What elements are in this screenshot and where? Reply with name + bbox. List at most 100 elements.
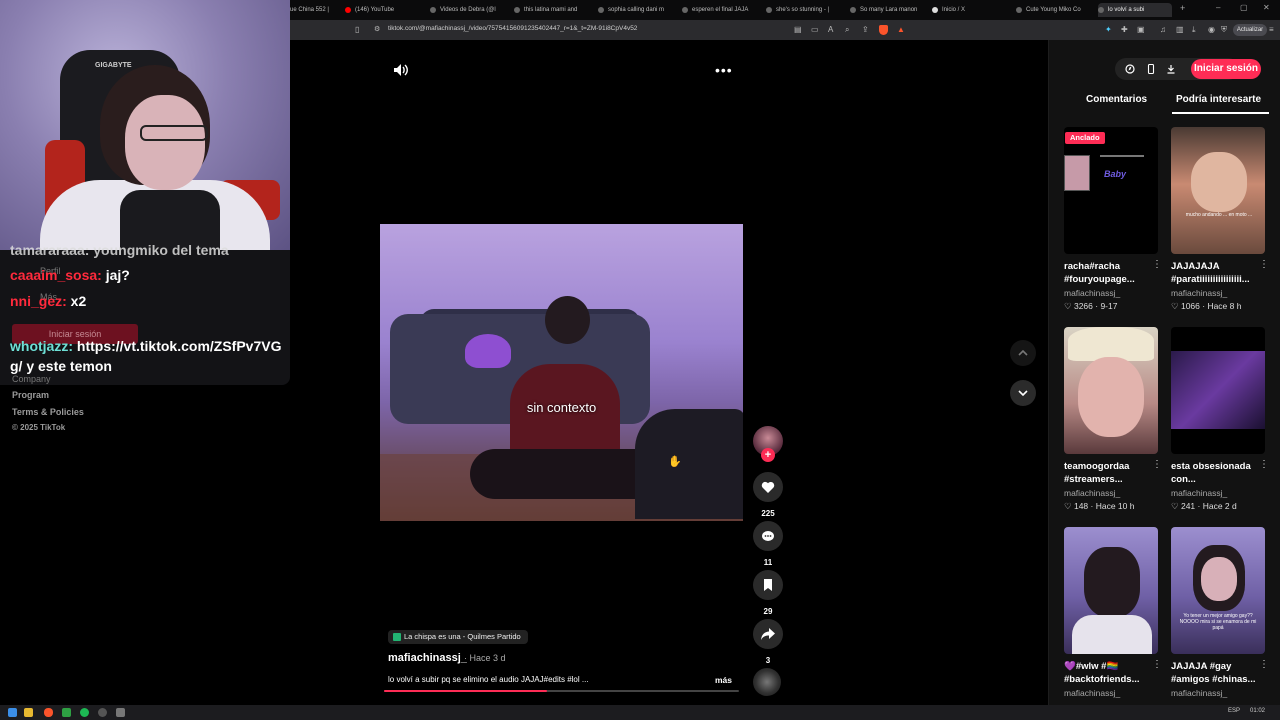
sidebar-icon[interactable]: ▥ [1176, 25, 1184, 34]
card-more-icon[interactable]: ⋮ [1259, 259, 1269, 270]
reader-icon[interactable]: ▤ [794, 25, 802, 34]
extension-icon[interactable]: ✦ [1105, 25, 1112, 34]
music-tag[interactable]: La chispa es una - Quilmes Partido [388, 630, 528, 644]
thumbnail-text: Baby [1104, 169, 1127, 179]
follow-button[interactable]: + [761, 448, 775, 462]
recommended-video-card[interactable]: Yo tener un mejor amigo gay?? NOOOO mira… [1171, 527, 1269, 698]
recommended-video-card[interactable]: esta obsesionada con... mafiachinassj_ ♡… [1171, 327, 1269, 512]
tab-comments[interactable]: Comentarios [1086, 94, 1147, 105]
taskbar-app-icon[interactable] [62, 708, 71, 717]
browser-tab[interactable]: Cute Young Miko Co [1016, 3, 1088, 17]
video-thumbnail[interactable] [1064, 327, 1158, 454]
video-thumbnail[interactable]: mucho andando ... en moto ... [1171, 127, 1265, 254]
recommended-video-card[interactable]: Baby racha#racha #fouryoupage... mafiach… [1064, 127, 1162, 312]
save-count: 29 [763, 607, 773, 616]
video-player[interactable]: sin contexto [380, 224, 743, 521]
browser-tab[interactable]: So many Lara manon [850, 3, 922, 17]
card-title: 💜#wlw #🏳️‍🌈 #backtofriends... [1064, 661, 1140, 685]
recommended-video-card[interactable]: mucho andando ... en moto ... JAJAJAJA #… [1171, 127, 1269, 312]
video-thumbnail[interactable] [1064, 527, 1158, 654]
video-author[interactable]: mafiachinassj_ [388, 652, 467, 664]
browser-tab[interactable]: (146) YouTube [345, 3, 417, 17]
card-more-icon[interactable]: ⋮ [1259, 459, 1269, 470]
site-info-icon[interactable]: ⚙ [374, 25, 380, 33]
rewards-icon[interactable]: ▲ [897, 25, 905, 34]
cast-icon[interactable]: ▭ [811, 25, 819, 34]
previous-video-button[interactable] [1010, 340, 1036, 366]
video-thumbnail[interactable]: Yo tener un mejor amigo gay?? NOOOO mira… [1171, 527, 1265, 654]
volume-icon[interactable] [393, 63, 409, 77]
like-action[interactable]: 225 [752, 472, 784, 518]
bookmark-icon[interactable] [753, 570, 783, 600]
windows-start-icon[interactable] [8, 708, 17, 717]
card-stats: ♡ 3266 · 9-17 [1064, 301, 1118, 311]
extensions-icon[interactable]: ✚ [1121, 25, 1128, 34]
x-icon [932, 7, 938, 13]
obs-icon[interactable] [98, 708, 107, 717]
browser-tab[interactable]: esperen el final JAJA [682, 3, 754, 17]
share-action[interactable]: 3 [752, 619, 784, 665]
translate-icon[interactable]: A [828, 25, 833, 34]
vpn-icon[interactable]: ⛨ [1221, 25, 1227, 35]
browser-tab[interactable]: Videos de Debra (@l [430, 3, 502, 17]
tiktok-icon [598, 7, 604, 13]
bookmark-icon[interactable]: ▯ [355, 25, 359, 34]
keyboard-language[interactable]: ESP [1228, 708, 1240, 714]
new-tab-icon[interactable]: + [1180, 3, 1185, 13]
tiktok-icon [1016, 7, 1022, 13]
video-thumbnail[interactable]: Baby [1064, 127, 1158, 254]
minimize-icon[interactable]: – [1216, 3, 1220, 12]
wallet-icon[interactable]: ▣ [1137, 25, 1145, 34]
audio-icon[interactable]: ♫ [1160, 25, 1166, 34]
footer-link-terms[interactable]: Terms & Policies [12, 407, 84, 417]
next-video-button[interactable] [1010, 380, 1036, 406]
comment-action[interactable]: 11 [752, 521, 784, 567]
compass-icon[interactable] [1125, 64, 1135, 74]
card-more-icon[interactable]: ⋮ [1152, 259, 1162, 270]
description-more-link[interactable]: más [715, 675, 732, 685]
login-button[interactable]: Iniciar sesión [1191, 59, 1261, 79]
share-arrow-icon[interactable] [753, 619, 783, 649]
zoom-icon[interactable]: ⌕ [845, 25, 849, 35]
url-field[interactable]: tiktok.com/@mafiachinassj_/video/7575415… [388, 25, 637, 32]
tab-recommendations[interactable]: Podría interesarte [1176, 94, 1261, 105]
profile-icon[interactable]: ◉ [1208, 25, 1215, 34]
chat-message: caaaim_sosa: jaj? [10, 267, 130, 283]
update-button[interactable]: Actualizar [1233, 24, 1267, 36]
clock[interactable]: 01:02 [1250, 708, 1265, 714]
recommended-video-card[interactable]: teamoogordaa #streamers... mafiachinassj… [1064, 327, 1162, 512]
music-disc-icon[interactable] [753, 668, 781, 696]
card-more-icon[interactable]: ⋮ [1259, 659, 1269, 670]
close-window-icon[interactable]: ✕ [1263, 3, 1270, 12]
brave-browser-icon[interactable] [44, 708, 53, 717]
more-options-icon[interactable]: ••• [715, 62, 733, 78]
comment-icon[interactable] [753, 521, 783, 551]
tiktok-icon [682, 7, 688, 13]
file-explorer-icon[interactable] [24, 708, 33, 717]
heart-icon[interactable] [753, 472, 783, 502]
video-thumbnail[interactable] [1171, 327, 1265, 454]
taskbar-app-icon[interactable] [116, 708, 125, 717]
download-icon[interactable]: ⤓ [1192, 25, 1196, 35]
spotify-icon[interactable] [80, 708, 89, 717]
maximize-icon[interactable]: ▢ [1240, 3, 1248, 12]
menu-icon[interactable]: ≡ [1269, 25, 1274, 34]
browser-tab[interactable]: she's so stunning - | [766, 3, 838, 17]
footer-link-program[interactable]: Program [12, 390, 49, 400]
recommended-video-card[interactable]: 💜#wlw #🏳️‍🌈 #backtofriends... mafiachina… [1064, 527, 1162, 701]
share-icon[interactable]: ⇪ [862, 25, 869, 34]
browser-tab-active[interactable]: lo volví a subi [1098, 3, 1172, 17]
save-action[interactable]: 29 [752, 570, 784, 616]
brave-shield-icon[interactable] [879, 25, 888, 35]
card-author: mafiachinassj_ [1064, 288, 1121, 298]
download-app-icon[interactable] [1166, 64, 1176, 74]
chat-message: nni_gez: x2 [10, 293, 87, 309]
device-icon[interactable] [1146, 64, 1156, 74]
tiktok-icon [850, 7, 856, 13]
video-progress-bar[interactable] [384, 690, 739, 692]
browser-tab[interactable]: sophia calling dani m [598, 3, 670, 17]
card-more-icon[interactable]: ⋮ [1152, 659, 1162, 670]
card-more-icon[interactable]: ⋮ [1152, 459, 1162, 470]
browser-tab[interactable]: Inicio / X [932, 3, 1004, 17]
browser-tab[interactable]: this latina mami and [514, 3, 586, 17]
